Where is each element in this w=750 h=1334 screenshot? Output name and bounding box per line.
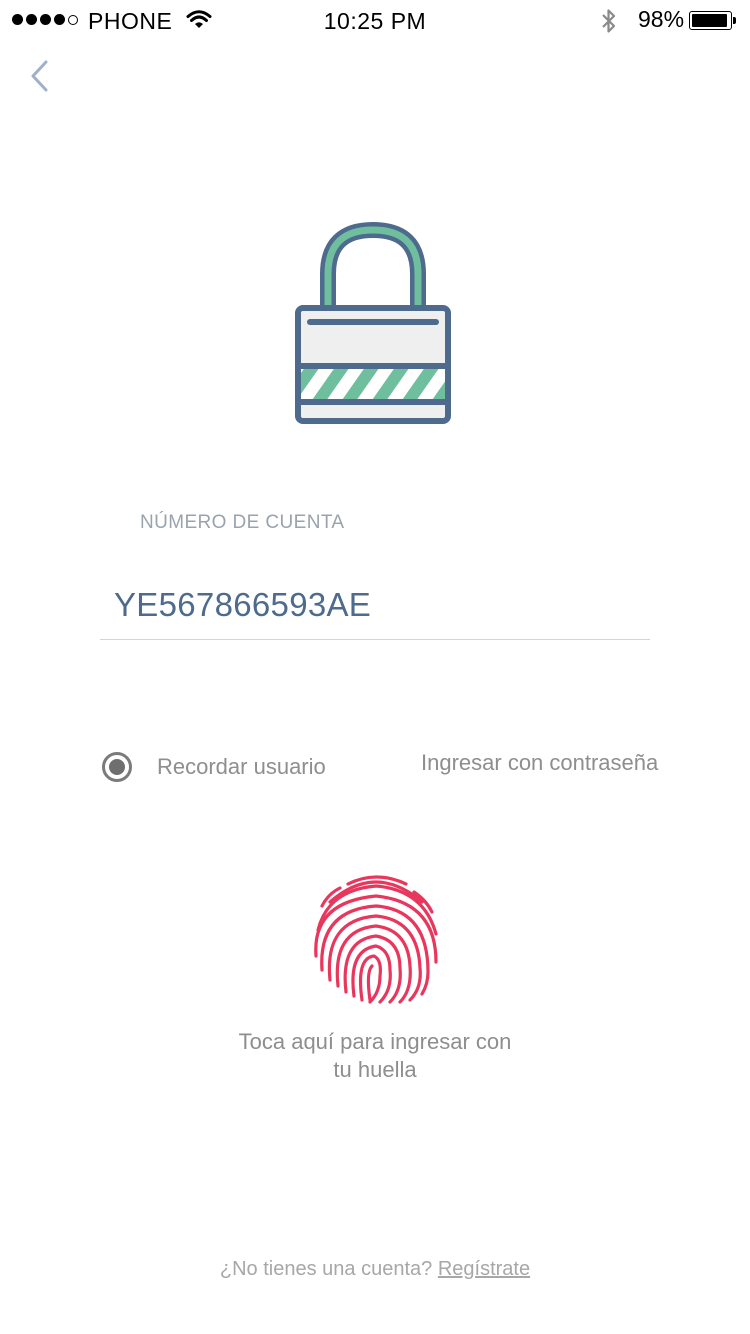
remember-user-option[interactable]: Recordar usuario: [102, 752, 326, 782]
back-button[interactable]: [22, 56, 56, 96]
fingerprint-caption: Toca aquí para ingresar con tu huella: [215, 1028, 535, 1084]
login-screen: PHONE 10:25 PM 98% NÚMERO DE CUENTA YE56…: [0, 0, 750, 1334]
fingerprint-icon[interactable]: [310, 872, 442, 1004]
account-number-label: NÚMERO DE CUENTA: [140, 512, 345, 533]
battery-percentage: 98%: [638, 6, 685, 32]
remember-user-radio[interactable]: [102, 752, 132, 782]
login-with-password-link[interactable]: Ingresar con contraseña: [421, 750, 658, 776]
account-number-input[interactable]: [100, 570, 650, 640]
signup-link[interactable]: Regístrate: [438, 1258, 530, 1280]
bluetooth-icon: [598, 7, 620, 41]
chevron-left-icon: [31, 60, 48, 92]
remember-user-label: Recordar usuario: [157, 754, 326, 779]
signup-prompt: ¿No tienes una cuenta? Regístrate: [0, 1258, 750, 1281]
fingerprint-caption-line1: Toca aquí para ingresar con: [238, 1029, 512, 1054]
battery-icon: [689, 11, 732, 30]
padlock-icon: [295, 222, 451, 424]
status-bar: PHONE 10:25 PM 98%: [0, 0, 750, 40]
fingerprint-caption-line2: tu huella: [333, 1057, 417, 1082]
signup-question: ¿No tienes una cuenta?: [219, 1258, 433, 1280]
